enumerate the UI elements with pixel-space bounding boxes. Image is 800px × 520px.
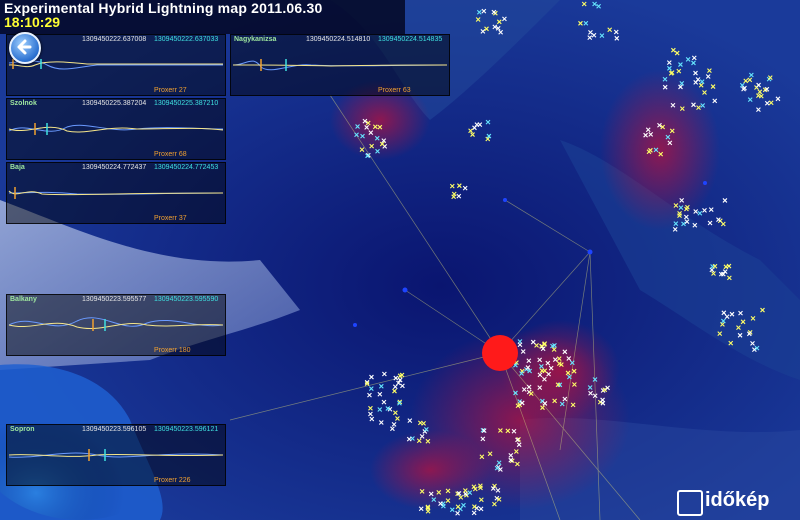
waveform-panel-6[interactable]: Sopron 1309450223.596105 1309450223.5961… xyxy=(6,424,226,486)
waveform-chart xyxy=(8,187,224,199)
storm-cluster-northeast xyxy=(600,70,720,230)
proximity-label: Proxerr 68 xyxy=(154,151,187,158)
waveform-chart xyxy=(8,449,224,461)
proximity-label: Proxerr 27 xyxy=(154,87,187,94)
proximity-label: Proxerr 180 xyxy=(154,347,191,354)
back-button[interactable] xyxy=(9,32,41,64)
idokep-logo[interactable]: időkép xyxy=(675,488,785,516)
waveform-panel-4[interactable]: Baja 1309450224.772437 1309450224.772453… xyxy=(6,162,226,224)
storm-cluster-southwest xyxy=(370,430,490,510)
proximity-label: Proxerr 37 xyxy=(154,215,187,222)
waveform-chart xyxy=(232,59,448,71)
waveform-panel-5[interactable]: Balkany 1309450223.595577 1309450223.595… xyxy=(6,294,226,356)
strike-marker[interactable] xyxy=(482,335,518,371)
header-bar: Experimental Hybrid Lightning map 2011.0… xyxy=(0,0,405,34)
waveform-chart xyxy=(8,317,224,331)
waveform-chart xyxy=(8,123,224,135)
back-arrow-icon xyxy=(17,39,32,55)
logo-mark-icon xyxy=(677,490,703,516)
logo-text: időkép xyxy=(705,489,770,511)
waveform-panel-2[interactable]: Nagykanizsa 1309450224.514810 1309450224… xyxy=(230,34,450,96)
proximity-label: Proxerr 226 xyxy=(154,477,191,484)
clock-display: 18:10:29 xyxy=(4,14,61,30)
proximity-label: Proxerr 63 xyxy=(378,87,411,94)
waveform-panel-3[interactable]: Szolnok 1309450225.387204 1309450225.387… xyxy=(6,98,226,160)
